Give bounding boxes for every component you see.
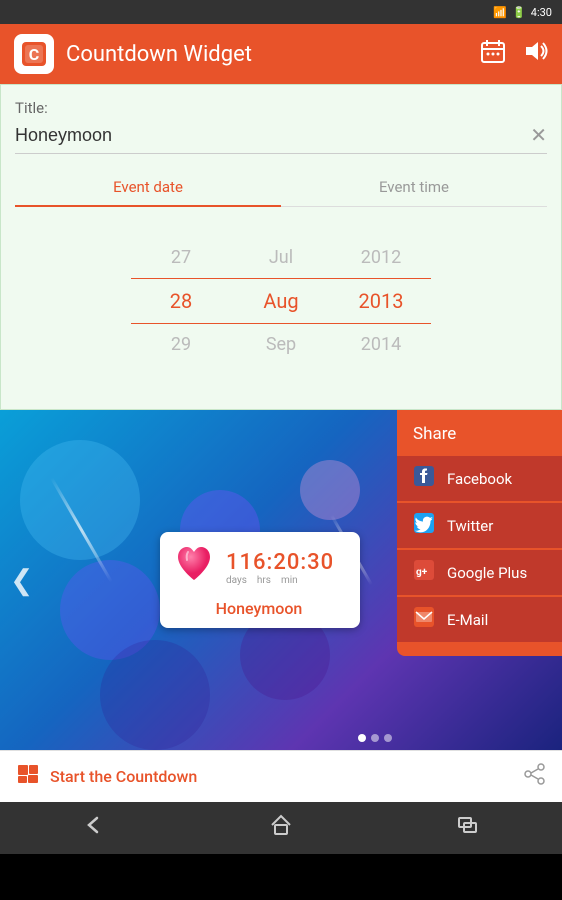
wifi-icon: 📶 [493, 6, 507, 19]
share-facebook[interactable]: Facebook [397, 456, 562, 501]
nav-bar [0, 802, 562, 854]
start-label: Start the Countdown [50, 767, 197, 786]
day-27[interactable]: 27 [131, 237, 231, 278]
bokeh-8 [100, 640, 210, 750]
countdown-labels: days hrs min [226, 575, 334, 586]
email-label: E-Mail [447, 611, 488, 629]
countdown-info: 116:20:30 days hrs min [226, 550, 334, 586]
googleplus-icon: g+ [413, 560, 435, 585]
widget-event-name: Honeymoon [172, 599, 346, 618]
tab-event-date[interactable]: Event date [15, 168, 281, 206]
preview-section: ❮ 116:20:30 days [0, 410, 562, 750]
year-column: 2012 2013 2014 [331, 237, 431, 365]
title-input-container: ✕ [15, 123, 547, 154]
title-input[interactable] [15, 125, 530, 146]
tab-event-time[interactable]: Event time [281, 168, 547, 206]
dot-3 [384, 734, 392, 742]
month-column: Jul Aug Sep [231, 237, 331, 365]
twitter-label: Twitter [447, 517, 493, 535]
dot-2 [371, 734, 379, 742]
bokeh-4 [300, 460, 360, 520]
email-icon [413, 607, 435, 632]
share-panel: Share Facebook Twitter [397, 410, 562, 656]
home-button[interactable] [268, 812, 294, 844]
share-googleplus[interactable]: g+ Google Plus [397, 550, 562, 595]
month-jul[interactable]: Jul [231, 237, 331, 278]
share-title: Share [397, 424, 562, 456]
days-label: days [226, 575, 247, 586]
hrs-label: hrs [257, 575, 271, 586]
start-countdown-button[interactable]: Start the Countdown [16, 762, 197, 792]
svg-text:C: C [29, 45, 39, 64]
year-2012[interactable]: 2012 [331, 237, 431, 278]
widget-card: 116:20:30 days hrs min Honeymoon [160, 532, 360, 628]
day-28[interactable]: 28 [131, 278, 231, 324]
app-logo: C [14, 34, 54, 74]
svg-text:g+: g+ [416, 567, 428, 578]
heart-icon [172, 542, 216, 593]
date-picker: 27 28 29 Jul Aug Sep 2012 2013 2014 [15, 227, 547, 395]
min-label: min [281, 575, 298, 586]
day-column: 27 28 29 [131, 237, 231, 365]
status-bar: 📶 🔋 4:30 [0, 0, 562, 24]
header-left: C Countdown Widget [14, 34, 252, 74]
time-display: 4:30 [531, 6, 552, 19]
sound-icon[interactable] [522, 38, 548, 70]
facebook-icon [413, 466, 435, 491]
month-sep[interactable]: Sep [231, 324, 331, 365]
countdown-time: 116:20:30 [226, 550, 334, 575]
day-29[interactable]: 29 [131, 324, 231, 365]
pagination-dots [358, 734, 392, 742]
app-title: Countdown Widget [66, 42, 252, 67]
bokeh-1 [20, 440, 140, 560]
calendar-icon[interactable] [480, 38, 506, 70]
bottom-bar: Start the Countdown [0, 750, 562, 802]
date-time-tabs: Event date Event time [15, 168, 547, 207]
start-icon [16, 762, 40, 792]
back-button[interactable] [81, 812, 107, 844]
header-actions [480, 38, 548, 70]
twitter-icon [413, 513, 435, 538]
facebook-label: Facebook [447, 470, 512, 488]
prev-arrow[interactable]: ❮ [10, 564, 33, 597]
year-2013[interactable]: 2013 [331, 278, 431, 324]
battery-icon: 🔋 [512, 6, 526, 19]
app-header: C Countdown Widget [0, 24, 562, 84]
share-twitter[interactable]: Twitter [397, 503, 562, 548]
clear-icon[interactable]: ✕ [530, 123, 547, 147]
dot-1 [358, 734, 366, 742]
status-icons: 📶 🔋 4:30 [493, 6, 552, 19]
share-email[interactable]: E-Mail [397, 597, 562, 642]
widget-top: 116:20:30 days hrs min [172, 542, 346, 593]
title-label: Title: [15, 99, 547, 117]
form-section: Title: ✕ Event date Event time 27 28 29 … [0, 84, 562, 410]
recents-button[interactable] [455, 812, 481, 844]
year-2014[interactable]: 2014 [331, 324, 431, 365]
share-bottom-icon[interactable] [524, 763, 546, 790]
googleplus-label: Google Plus [447, 564, 527, 582]
month-aug[interactable]: Aug [231, 278, 331, 324]
